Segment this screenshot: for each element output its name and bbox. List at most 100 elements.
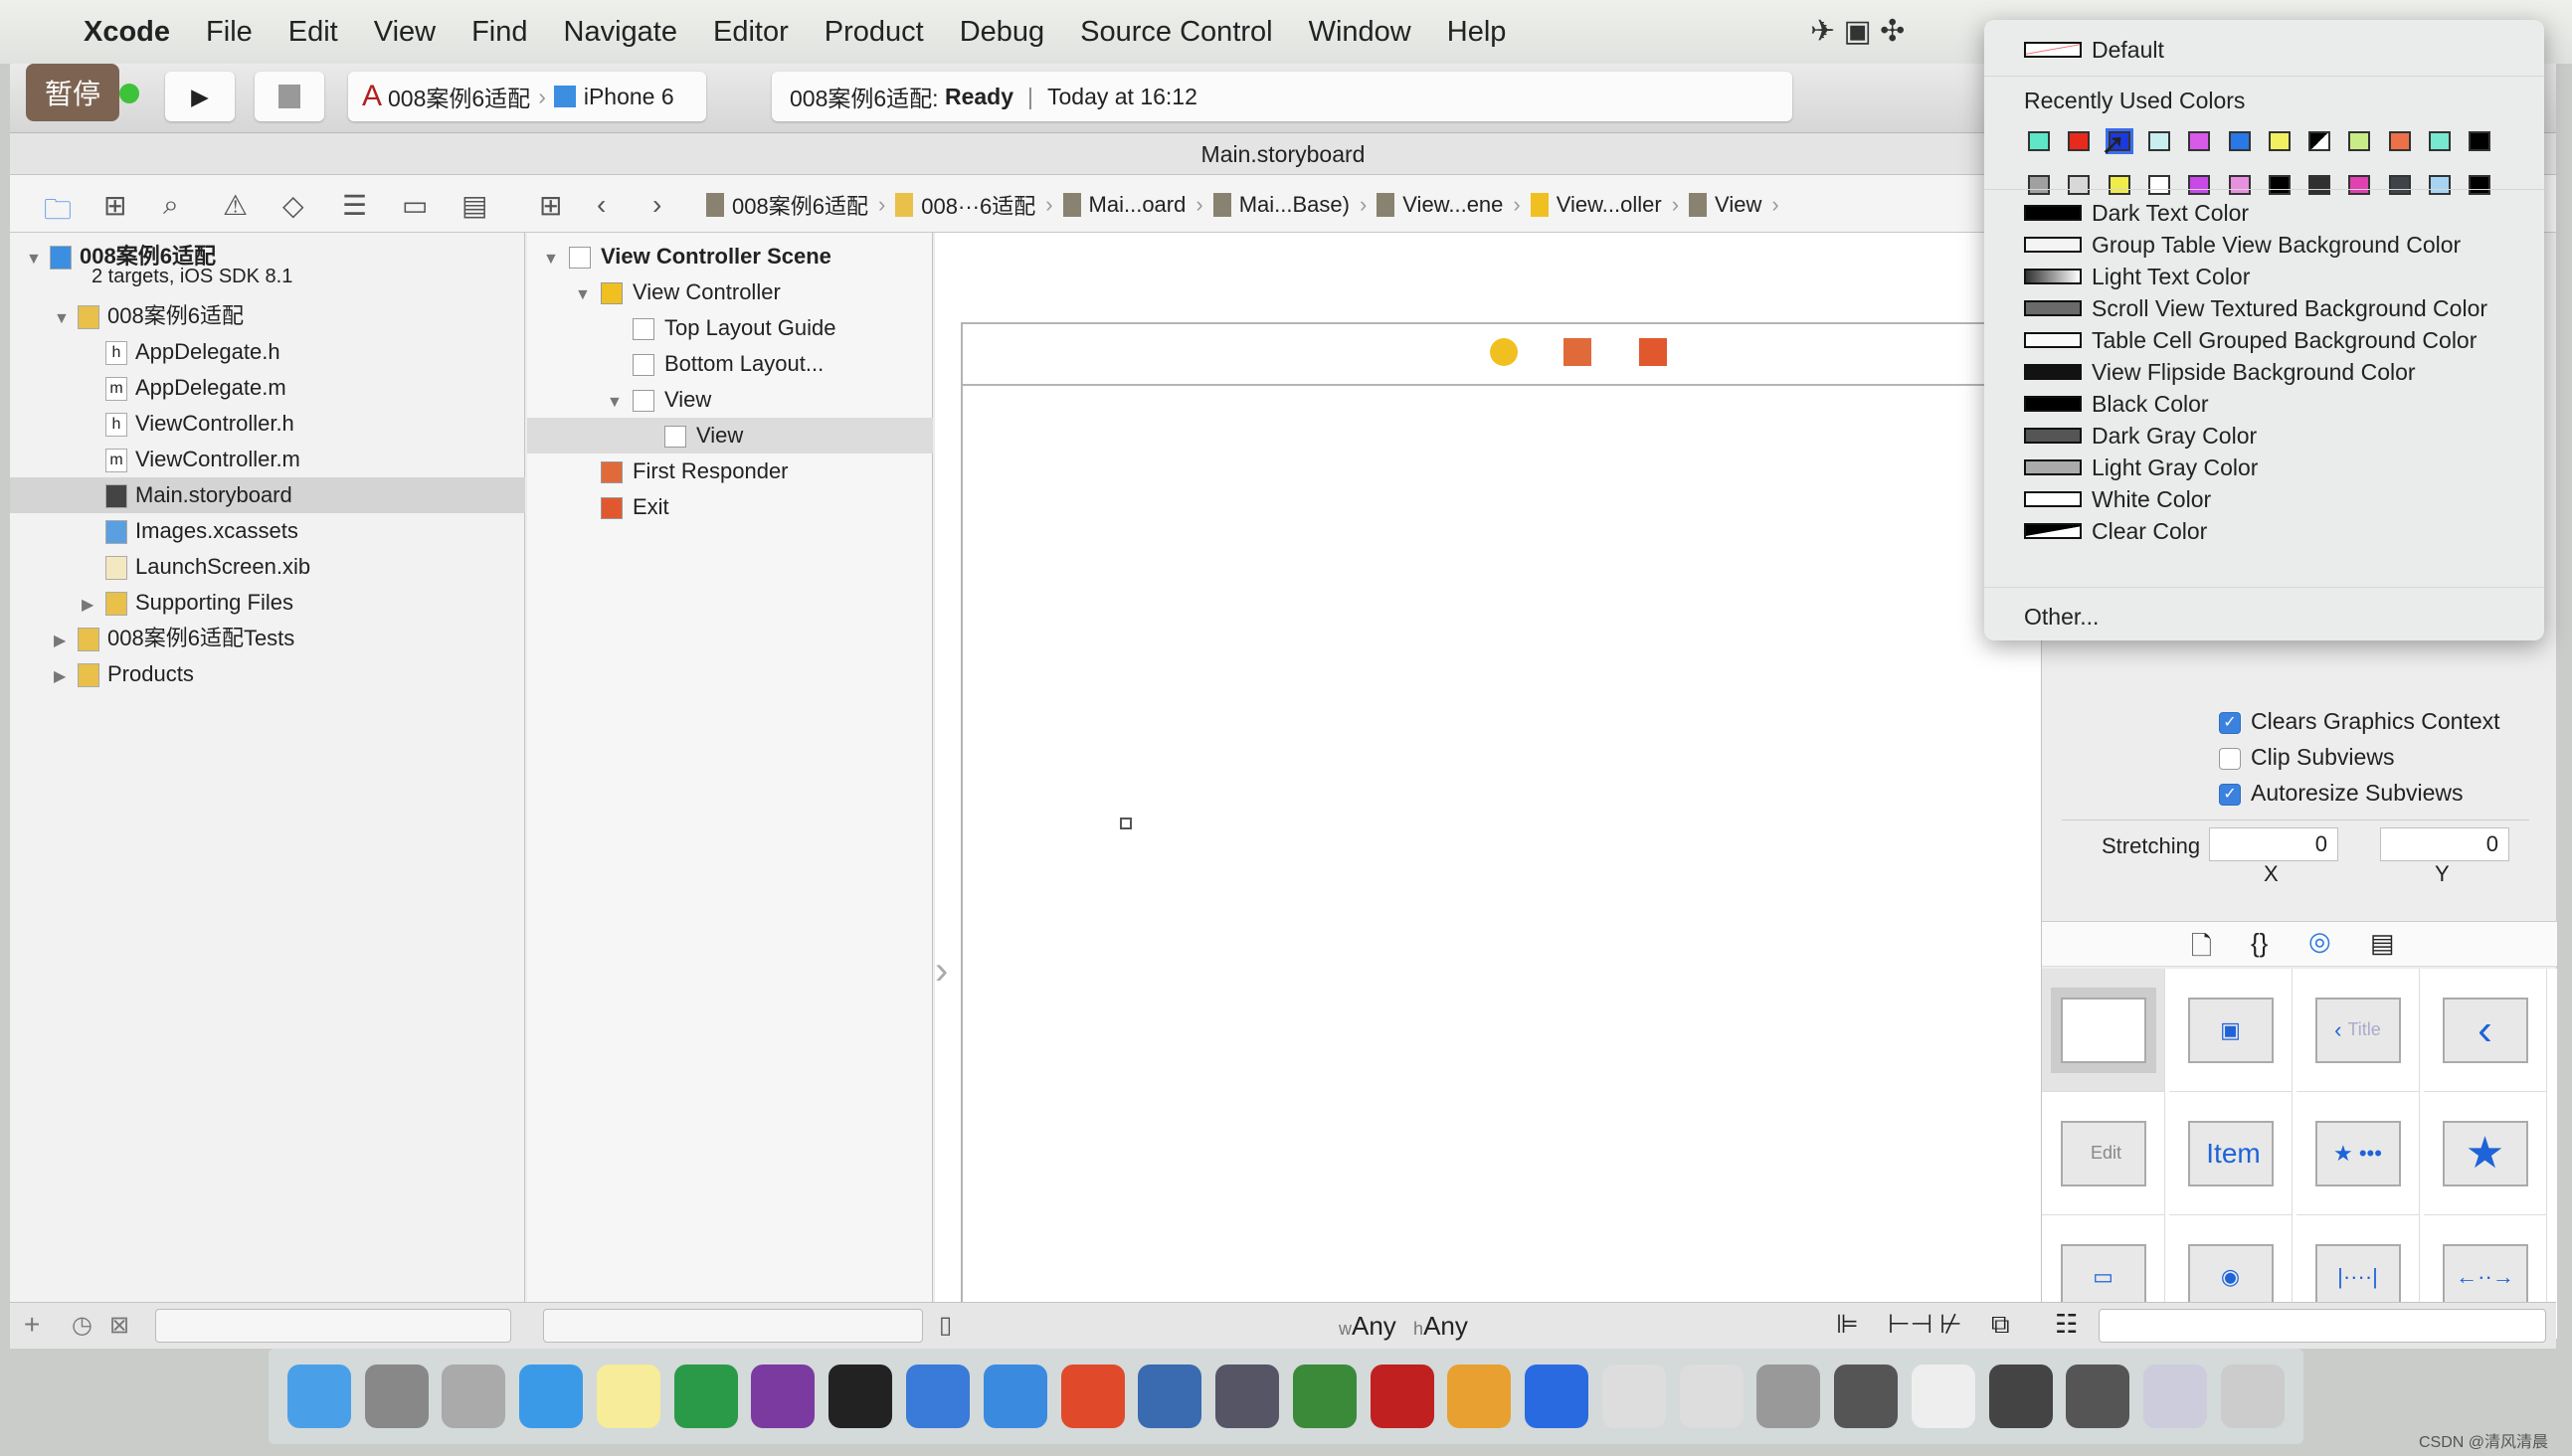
media-library-icon[interactable]: ▤: [2370, 928, 2395, 959]
named-color-item[interactable]: Light Text Color: [2024, 261, 2250, 292]
outline-item[interactable]: ▼ View Controller Scene: [527, 239, 933, 274]
named-color-item[interactable]: Clear Color: [2024, 515, 2207, 547]
instruments-dock-icon[interactable]: [1601, 1365, 1666, 1428]
recent-color-swatch[interactable]: [2348, 131, 2371, 151]
notes-dock-icon[interactable]: [596, 1365, 660, 1428]
source-control-filter-icon[interactable]: ⊠: [109, 1311, 129, 1340]
named-color-item[interactable]: Dark Gray Color: [2024, 420, 2257, 452]
issue-navigator-icon[interactable]: ⚠: [223, 189, 248, 222]
outline-item[interactable]: ▼ View: [527, 382, 933, 418]
project-navigator-icon[interactable]: 🗀: [44, 189, 72, 237]
first-responder-icon[interactable]: [1563, 338, 1591, 366]
outline-item[interactable]: Top Layout Guide: [527, 310, 933, 346]
menu-debug[interactable]: Debug: [960, 16, 1044, 49]
breakpoint-navigator-icon[interactable]: ▭: [402, 189, 428, 222]
filezilla-dock-icon[interactable]: [1370, 1365, 1434, 1428]
stop-button[interactable]: [255, 72, 324, 121]
jump-bar-item[interactable]: Mai...oard ›: [1062, 189, 1203, 221]
exit-icon[interactable]: [1639, 338, 1667, 366]
menu-xcode[interactable]: Xcode: [84, 16, 170, 49]
named-color-item[interactable]: Black Color: [2024, 388, 2209, 420]
recent-files-icon[interactable]: ◷: [72, 1311, 92, 1340]
named-color-item[interactable]: Light Gray Color: [2024, 452, 2258, 483]
recent-color-swatch[interactable]: [2188, 175, 2211, 195]
menu-navigate[interactable]: Navigate: [564, 16, 677, 49]
recent-color-swatch[interactable]: [2188, 131, 2211, 151]
navigator-item[interactable]: m AppDelegate.m: [10, 370, 525, 406]
xcode-dock-icon[interactable]: [906, 1365, 970, 1428]
stretch-y-field[interactable]: 0: [2380, 827, 2509, 861]
menu-edit[interactable]: Edit: [288, 16, 338, 49]
recent-color-swatch[interactable]: [2028, 131, 2050, 151]
add-icon[interactable]: +: [24, 1309, 40, 1341]
color-default[interactable]: Default: [2024, 34, 2164, 66]
onenote-dock-icon[interactable]: [751, 1365, 816, 1428]
outline-item[interactable]: First Responder: [527, 454, 933, 489]
run-button[interactable]: ▶: [165, 72, 235, 121]
screen-share-2-dock-icon[interactable]: [1988, 1365, 2053, 1428]
named-color-item[interactable]: Table Cell Grouped Background Color: [2024, 324, 2477, 356]
related-items-icon[interactable]: ⊞: [539, 189, 562, 222]
clip-subviews-checkbox[interactable]: Clip Subviews: [2219, 744, 2394, 771]
forward-icon[interactable]: ›: [652, 189, 661, 221]
selected-view-handle[interactable]: [1120, 818, 1132, 829]
finder-utility-dock-icon[interactable]: [1447, 1365, 1512, 1428]
system-preferences-dock-icon[interactable]: [364, 1365, 429, 1428]
navigator-item[interactable]: ▶ 008案例6适配Tests: [10, 621, 525, 656]
color-other[interactable]: Other...: [2024, 601, 2099, 633]
menu-editor[interactable]: Editor: [713, 16, 789, 49]
tab-bar-item-object[interactable]: ★: [2424, 1092, 2547, 1215]
disclosure-closed-icon[interactable]: ▶: [54, 659, 78, 695]
menu-find[interactable]: Find: [471, 16, 527, 49]
navigator-item[interactable]: h AppDelegate.h: [10, 334, 525, 370]
navigator-item[interactable]: ▼ 008案例6适配 2 targets, iOS SDK 8.1: [10, 239, 525, 287]
clears-graphics-checkbox[interactable]: ✓ Clears Graphics Context: [2219, 708, 2500, 735]
jump-bar-item[interactable]: 008案例6适配 ›: [706, 189, 885, 221]
align-icon[interactable]: ⊫: [1836, 1309, 1859, 1340]
symbol-navigator-icon[interactable]: ⊞: [103, 189, 126, 222]
scheme-selector[interactable]: A 008案例6适配 › iPhone 6: [348, 72, 706, 121]
disclosure-open-icon[interactable]: ▼: [54, 301, 78, 337]
outline-item[interactable]: ▼ View Controller: [527, 274, 933, 310]
preview-dock-icon[interactable]: [1756, 1365, 1821, 1428]
recent-color-swatch[interactable]: [2068, 175, 2091, 195]
file-template-icon[interactable]: 🗋: [2191, 928, 2212, 972]
recent-color-swatch[interactable]: [2147, 131, 2170, 151]
navigator-item[interactable]: ▶ Products: [10, 656, 525, 692]
recent-color-swatch[interactable]: [2147, 175, 2170, 195]
view-controller-scene[interactable]: [961, 322, 2055, 1317]
navigator-item[interactable]: h ViewController.h: [10, 406, 525, 442]
tab-bar-object[interactable]: ★ •••: [2296, 1092, 2420, 1215]
recent-color-swatch[interactable]: [2228, 175, 2251, 195]
recent-color-swatch[interactable]: [2108, 175, 2130, 195]
back-icon[interactable]: ‹: [597, 189, 606, 221]
screen-share-1-dock-icon[interactable]: [1834, 1365, 1899, 1428]
recent-color-swatch[interactable]: [2429, 175, 2451, 195]
test-navigator-icon[interactable]: ◇: [282, 189, 304, 222]
storyboard-canvas[interactable]: ›: [935, 233, 2055, 1317]
bar-button-item-object[interactable]: Item: [2169, 1092, 2293, 1215]
navigator-item[interactable]: m ViewController.m: [10, 442, 525, 477]
disclosure-open-icon[interactable]: ▼: [607, 385, 633, 421]
keynote-dock-icon[interactable]: [983, 1365, 1047, 1428]
named-color-item[interactable]: Group Table View Background Color: [2024, 229, 2461, 261]
jump-bar-item[interactable]: View...oller ›: [1530, 189, 1679, 221]
view-object[interactable]: [2042, 969, 2165, 1092]
outline-item[interactable]: Exit: [527, 489, 933, 525]
list-view-icon[interactable]: ☷: [2055, 1309, 2078, 1340]
library-filter-input[interactable]: [2099, 1309, 2546, 1343]
recent-color-swatch[interactable]: [2388, 175, 2411, 195]
code-snippet-icon[interactable]: {}: [2251, 928, 2268, 959]
recent-color-swatch[interactable]: [2028, 175, 2050, 195]
safari-dock-icon[interactable]: [519, 1365, 584, 1428]
resolve-issues-icon[interactable]: ⊬: [1939, 1309, 1962, 1340]
recent-color-swatch[interactable]: [2429, 131, 2451, 151]
pin-icon[interactable]: ⊢⊣: [1888, 1309, 1932, 1340]
disclosure-closed-icon[interactable]: ▶: [82, 588, 105, 624]
terminal-dock-icon[interactable]: [828, 1365, 893, 1428]
recent-color-swatch[interactable]: [2469, 131, 2491, 151]
recent-color-swatch[interactable]: [2388, 131, 2411, 151]
navigator-filter-input[interactable]: [155, 1309, 511, 1343]
size-class-control[interactable]: wAny hAny: [1339, 1311, 1468, 1342]
navigator-item[interactable]: ▼ 008案例6适配: [10, 298, 525, 334]
